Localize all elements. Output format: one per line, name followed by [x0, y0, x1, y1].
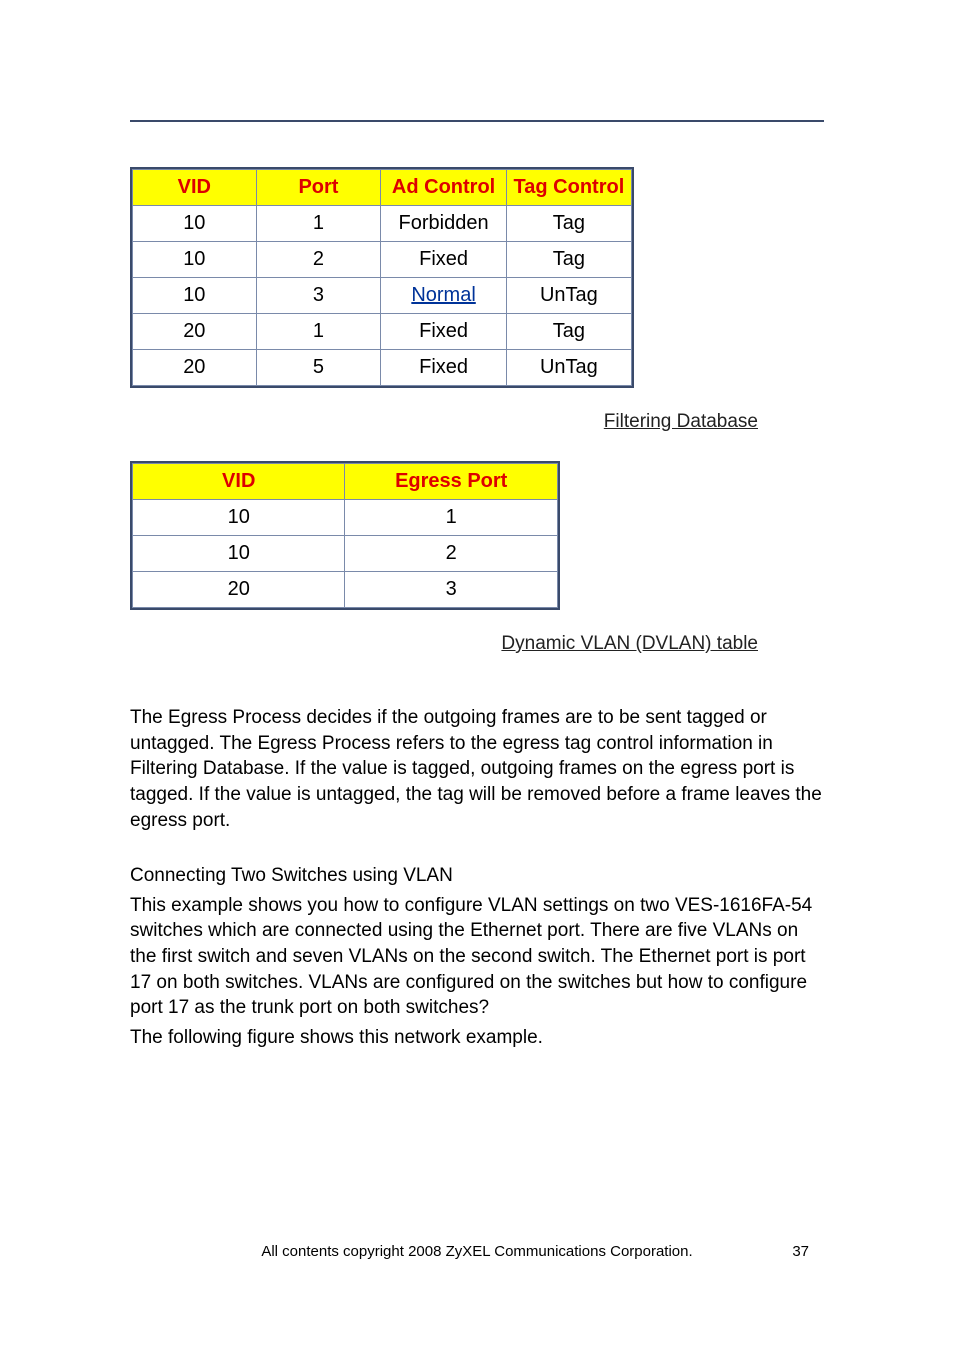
- cell-vid: 20: [133, 572, 345, 608]
- cell-tag-control: UnTag: [506, 350, 631, 386]
- footer-page-number: 37: [792, 1243, 809, 1260]
- page-footer: All contents copyright 2008 ZyXEL Commun…: [0, 1243, 954, 1260]
- filtering-database-caption: Filtering Database: [130, 411, 758, 433]
- col-header-port: Port: [256, 170, 381, 206]
- table-header-row: VID Port Ad Control Tag Control: [133, 170, 632, 206]
- cell-vid: 20: [133, 350, 257, 386]
- cell-ad-control: Fixed: [381, 242, 506, 278]
- cell-ad-control[interactable]: Normal: [381, 278, 506, 314]
- dvlan-table: VID Egress Port 101102203: [132, 463, 558, 608]
- connecting-switches-heading: Connecting Two Switches using VLAN: [130, 863, 824, 889]
- cell-vid: 10: [133, 242, 257, 278]
- connecting-switches-tail: The following figure shows this network …: [130, 1025, 824, 1051]
- document-page: VID Port Ad Control Tag Control 101Forbi…: [0, 0, 954, 1350]
- col-header-tag-control: Tag Control: [506, 170, 631, 206]
- col-header-egress-port: Egress Port: [345, 464, 558, 500]
- table-header-row: VID Egress Port: [133, 464, 558, 500]
- table-row: 101: [133, 500, 558, 536]
- cell-port: 3: [256, 278, 381, 314]
- col-header-vid: VID: [133, 170, 257, 206]
- cell-tag-control: Tag: [506, 242, 631, 278]
- header-divider: [130, 120, 824, 122]
- footer-copyright: All contents copyright 2008 ZyXEL Commun…: [261, 1243, 692, 1260]
- cell-vid: 10: [133, 206, 257, 242]
- dvlan-caption: Dynamic VLAN (DVLAN) table: [130, 633, 758, 655]
- table-row: 103 Normal UnTag: [133, 278, 632, 314]
- ad-control-link[interactable]: Normal: [411, 284, 475, 306]
- egress-process-paragraph: The Egress Process decides if the outgoi…: [130, 705, 824, 833]
- cell-vid: 20: [133, 314, 257, 350]
- cell-tag-control: Tag: [506, 206, 631, 242]
- cell-vid: 10: [133, 500, 345, 536]
- cell-port: 5: [256, 350, 381, 386]
- cell-port: 1: [256, 314, 381, 350]
- table-row: 205FixedUnTag: [133, 350, 632, 386]
- cell-ad-control: Forbidden: [381, 206, 506, 242]
- filtering-database-table-wrap: VID Port Ad Control Tag Control 101Forbi…: [130, 167, 634, 388]
- col-header-ad-control: Ad Control: [381, 170, 506, 206]
- cell-ad-control: Fixed: [381, 350, 506, 386]
- col-header-vid: VID: [133, 464, 345, 500]
- cell-tag-control: Tag: [506, 314, 631, 350]
- body-text: The Egress Process decides if the outgoi…: [130, 705, 824, 1051]
- cell-egress-port: 1: [345, 500, 558, 536]
- table-row: 102: [133, 536, 558, 572]
- filtering-database-table: VID Port Ad Control Tag Control 101Forbi…: [132, 169, 632, 386]
- table-row: 101ForbiddenTag: [133, 206, 632, 242]
- cell-egress-port: 2: [345, 536, 558, 572]
- connecting-switches-body: This example shows you how to configure …: [130, 893, 824, 1021]
- cell-port: 1: [256, 206, 381, 242]
- cell-vid: 10: [133, 536, 345, 572]
- cell-egress-port: 3: [345, 572, 558, 608]
- table-row: 102FixedTag: [133, 242, 632, 278]
- cell-port: 2: [256, 242, 381, 278]
- cell-vid: 10: [133, 278, 257, 314]
- cell-ad-control: Fixed: [381, 314, 506, 350]
- dvlan-table-wrap: VID Egress Port 101102203: [130, 461, 560, 610]
- cell-tag-control: UnTag: [506, 278, 631, 314]
- table-row: 203: [133, 572, 558, 608]
- table-row: 201FixedTag: [133, 314, 632, 350]
